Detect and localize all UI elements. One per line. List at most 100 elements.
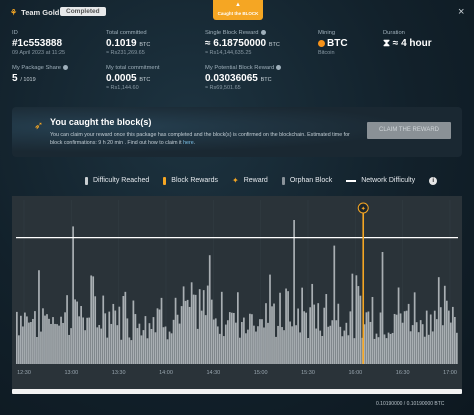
difficulty-bar (331, 320, 334, 364)
difficulty-bar (267, 322, 269, 364)
difficulty-bar (411, 325, 414, 364)
difficulty-bar (62, 322, 64, 364)
x-tick-label: 15:30 (301, 370, 315, 376)
legend-difficulty-reached[interactable]: Difficulty Reached (85, 176, 150, 185)
difficulty-bar (82, 317, 85, 364)
difficulty-bar (367, 311, 370, 364)
difficulty-bar (389, 333, 392, 364)
x-tick-label: 17:00 (443, 370, 457, 376)
difficulty-bar (128, 337, 131, 364)
difficulty-bar (98, 325, 101, 364)
team-name-label: Team Gold (21, 8, 60, 17)
difficulty-bar (315, 328, 318, 364)
difficulty-bar (28, 322, 30, 364)
difficulty-bar (86, 317, 89, 364)
difficulty-bar (437, 277, 440, 364)
difficulty-bar (375, 333, 378, 364)
difficulty-bar (365, 312, 368, 364)
difficulty-bar (154, 332, 157, 364)
legend-label: Network Difficulty (361, 177, 416, 184)
difficulty-bar (226, 320, 229, 364)
difficulty-bar (421, 324, 424, 364)
legend-label: Block Rewards (171, 177, 218, 184)
close-button[interactable]: × (458, 6, 464, 18)
difficulty-bar (265, 303, 267, 364)
legend-reward[interactable]: ✦ Reward (232, 176, 268, 185)
legend-label: Difficulty Reached (93, 177, 150, 184)
difficulty-bar (291, 326, 293, 364)
difficulty-bar (329, 325, 332, 364)
difficulty-bar (393, 313, 396, 364)
difficulty-bar (337, 303, 340, 364)
difficulty-bar (335, 320, 338, 364)
chart-scrollbar[interactable] (12, 389, 462, 394)
difficulty-bar (80, 306, 82, 364)
difficulty-bar (383, 334, 386, 364)
stat-id-label: ID (12, 30, 18, 36)
team-name: ⚘ Team Gold (10, 8, 59, 17)
stat-duration: Duration ⧗ ≈ 4 hour (383, 30, 432, 49)
difficulty-bar (255, 331, 257, 364)
claim-reward-button[interactable]: CLAIM THE REWARD (367, 122, 451, 139)
legend-orphan-block[interactable]: Orphan Block (281, 176, 332, 185)
difficulty-bar (16, 311, 18, 364)
difficulty-bar (32, 318, 34, 364)
difficulty-bar (345, 322, 348, 364)
difficulty-bar (261, 319, 263, 364)
difficulty-bar (403, 311, 406, 364)
difficulty-bar (423, 336, 426, 364)
rocket-icon: ➶ (34, 120, 44, 132)
info-icon[interactable]: i (429, 176, 438, 185)
difficulty-bar (100, 328, 103, 364)
difficulty-bar (451, 306, 454, 364)
difficulty-bar (102, 295, 105, 364)
difficulty-bar (202, 290, 205, 364)
difficulty-bar (38, 270, 40, 364)
difficulty-bar (409, 331, 412, 364)
stat-potential-reward: My Potential Block Reward 0.03036065 BTC… (205, 65, 282, 91)
difficulty-bar (349, 311, 352, 364)
info-icon[interactable] (276, 65, 282, 70)
x-tick-label: 13:00 (64, 370, 78, 376)
difficulty-bar (228, 312, 231, 364)
difficulty-bar (275, 336, 277, 364)
info-icon[interactable] (62, 65, 68, 70)
stat-potential-reward-label: My Potential Block Reward (205, 65, 275, 72)
difficulty-bar (106, 337, 109, 364)
difficulty-bar (313, 304, 316, 364)
difficulty-bar (68, 334, 70, 364)
caught-block-tag: ▲ Caught the BLOCK (213, 0, 263, 20)
difficulty-bar (307, 337, 310, 364)
stat-my-total-commitment: My total commitment 0.0005 BTC ≈ Rs1,144… (106, 65, 159, 91)
difficulty-bar (188, 306, 191, 364)
difficulty-bar (18, 335, 20, 364)
mining-chart: 12:30 13:00 13:30 14:00 14:30 15:00 15:30 16:00… (12, 196, 462, 392)
difficulty-bar (251, 314, 253, 364)
x-tick-label: 15:00 (254, 370, 268, 376)
claim-help-link[interactable]: here (183, 140, 194, 146)
difficulty-bar (48, 318, 50, 364)
difficulty-bar (297, 308, 299, 364)
stat-package-share: My Package Share 5 / 1019 (12, 65, 68, 84)
difficulty-bar (341, 336, 344, 364)
stat-total-committed-label: Total committed (106, 30, 147, 36)
team-icon: ⚘ (10, 8, 18, 17)
info-icon[interactable] (260, 30, 266, 35)
difficulty-bar (397, 287, 400, 364)
difficulty-bar (441, 325, 444, 364)
difficulty-bar (74, 299, 76, 364)
difficulty-bar (247, 329, 249, 364)
stat-total-committed-value: 0.1019 (106, 38, 137, 49)
difficulty-bar (319, 330, 322, 364)
difficulty-bar (353, 338, 356, 364)
legend-block-rewards[interactable]: Block Rewards (163, 176, 218, 185)
difficulty-bar (206, 285, 209, 364)
difficulty-bar (305, 312, 308, 364)
difficulty-bar (333, 245, 336, 364)
difficulty-bar (222, 336, 225, 364)
difficulty-bar (317, 303, 320, 364)
chart-legend: Difficulty Reached Block Rewards ✦ Rewar… (85, 176, 438, 185)
legend-network-difficulty[interactable]: Network Difficulty (346, 177, 415, 184)
difficulty-bar (30, 322, 32, 364)
difficulty-bar (299, 332, 301, 364)
